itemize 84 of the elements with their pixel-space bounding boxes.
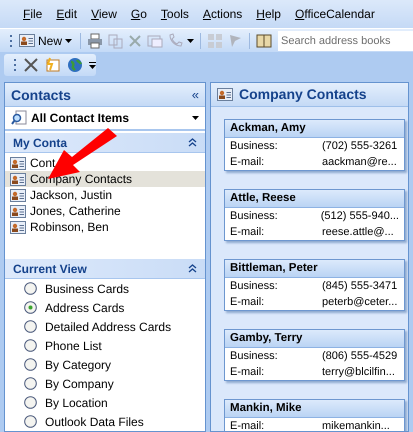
- field-value: (702) 555-3261: [322, 140, 398, 152]
- view-option-label[interactable]: Address Cards: [45, 300, 124, 314]
- toolbar-options-icon[interactable]: [89, 62, 96, 68]
- radio-button[interactable]: [24, 320, 37, 333]
- address-card[interactable]: Mankin, Mike E-mail: mikemankin...: [224, 398, 405, 431]
- field-value: (806) 555-4529: [322, 350, 398, 362]
- contact-folder-item[interactable]: Jones, Catherine: [5, 203, 205, 219]
- field-label: Business:: [230, 210, 279, 222]
- contact-card-icon: [10, 188, 26, 202]
- menu-item[interactable]: Tools: [154, 7, 196, 21]
- menu-item[interactable]: File: [16, 7, 50, 21]
- address-card[interactable]: Gamby, Terry Business: (806) 555-4529 E-mail: terry@blcilfin...: [224, 328, 405, 381]
- field-label: E-mail:: [230, 296, 266, 308]
- search-field[interactable]: Search address books: [278, 30, 413, 50]
- search-icon: [11, 110, 27, 126]
- contact-folder-item[interactable]: Jackson, Justin: [5, 187, 205, 203]
- calendar-icon[interactable]: [45, 57, 61, 73]
- radio-button[interactable]: [24, 377, 37, 390]
- contact-card-icon: [10, 204, 26, 218]
- contact-card-icon: [10, 172, 26, 186]
- menu-item[interactable]: OfficeCalendar: [288, 7, 382, 21]
- collapse-button[interactable]: «: [192, 87, 199, 102]
- section-title: My Conta: [13, 136, 68, 150]
- radio-button[interactable]: [24, 358, 37, 371]
- contact-folder-item[interactable]: Cont: [5, 155, 205, 171]
- print-icon[interactable]: [87, 32, 104, 48]
- contact-name: Gamby, Terry: [225, 330, 404, 348]
- contact-card-icon: [19, 34, 35, 47]
- field-value: terry@blcilfin...: [322, 366, 395, 378]
- field-value: peterb@ceter...: [322, 296, 398, 308]
- caret-icon: [65, 38, 72, 42]
- address-book-icon[interactable]: [256, 32, 272, 48]
- field-label: E-mail:: [230, 366, 266, 378]
- contact-folder-item[interactable]: Robinson, Ben: [5, 219, 205, 235]
- caret-icon: [187, 38, 194, 42]
- radio-button[interactable]: [24, 301, 37, 314]
- field-label: Business:: [230, 140, 279, 152]
- field-value: (512) 555-940...: [320, 210, 399, 222]
- new-button[interactable]: New: [17, 34, 74, 48]
- contact-card-icon: [10, 156, 26, 170]
- contact-name: Attle, Reese: [225, 190, 404, 208]
- toolbar-grip-icon: [14, 58, 17, 72]
- menu-item[interactable]: Help: [249, 7, 288, 21]
- section-title: Current View: [13, 262, 88, 276]
- address-card[interactable]: Attle, Reese Business: (512) 555-940... E-mail: reese.attle@...: [224, 188, 405, 241]
- field-label: Business:: [230, 280, 279, 292]
- pane-title: Contacts: [11, 86, 72, 102]
- menu-item[interactable]: Actions: [196, 7, 250, 21]
- collapse-icon[interactable]: [188, 264, 197, 273]
- field-value: reese.attle@...: [322, 226, 394, 238]
- contact-name: Bittleman, Peter: [225, 260, 404, 278]
- menu-item[interactable]: View: [84, 7, 124, 21]
- view-option-label[interactable]: Detailed Address Cards: [45, 320, 172, 334]
- contact-name: Mankin, Mike: [225, 400, 404, 418]
- menu-item[interactable]: Edit: [49, 7, 84, 21]
- field-value: aackman@re...: [322, 156, 397, 168]
- toolbar-grip-icon: [10, 34, 13, 48]
- field-value: mikemankin...: [322, 420, 390, 431]
- contact-card-icon: [217, 88, 233, 101]
- radio-button[interactable]: [24, 282, 37, 295]
- menu-item[interactable]: Go: [124, 7, 154, 21]
- contact-card-icon: [10, 220, 26, 234]
- view-option-label[interactable]: Outlook Data Files: [45, 414, 144, 428]
- field-label: E-mail:: [230, 226, 266, 238]
- address-card[interactable]: Bittleman, Peter Business: (845) 555-3471 E-mail: peterb@ceter...: [224, 258, 405, 311]
- view-option-label[interactable]: By Location: [45, 396, 108, 410]
- address-card[interactable]: Ackman, Amy Business: (702) 555-3261 E-mail: aackman@re...: [224, 118, 405, 171]
- collapse-icon[interactable]: [188, 138, 197, 147]
- caret-icon: [192, 116, 199, 120]
- field-value: (845) 555-3471: [322, 280, 398, 292]
- radio-button[interactable]: [24, 415, 37, 428]
- field-label: E-mail:: [230, 420, 266, 431]
- field-label: Business:: [230, 350, 279, 362]
- view-option-label[interactable]: Phone List: [45, 338, 102, 352]
- radio-button[interactable]: [24, 396, 37, 409]
- contact-name: Ackman, Amy: [225, 120, 404, 138]
- pane-title: Company Contacts: [239, 86, 368, 102]
- field-label: E-mail:: [230, 156, 266, 168]
- view-option-label[interactable]: By Category: [45, 358, 112, 372]
- globe-icon[interactable]: [67, 57, 83, 73]
- view-option-label[interactable]: Business Cards: [45, 282, 130, 296]
- view-option-label[interactable]: By Company: [45, 376, 114, 390]
- contact-folder-item[interactable]: Company Contacts: [5, 171, 205, 187]
- radio-button[interactable]: [24, 339, 37, 352]
